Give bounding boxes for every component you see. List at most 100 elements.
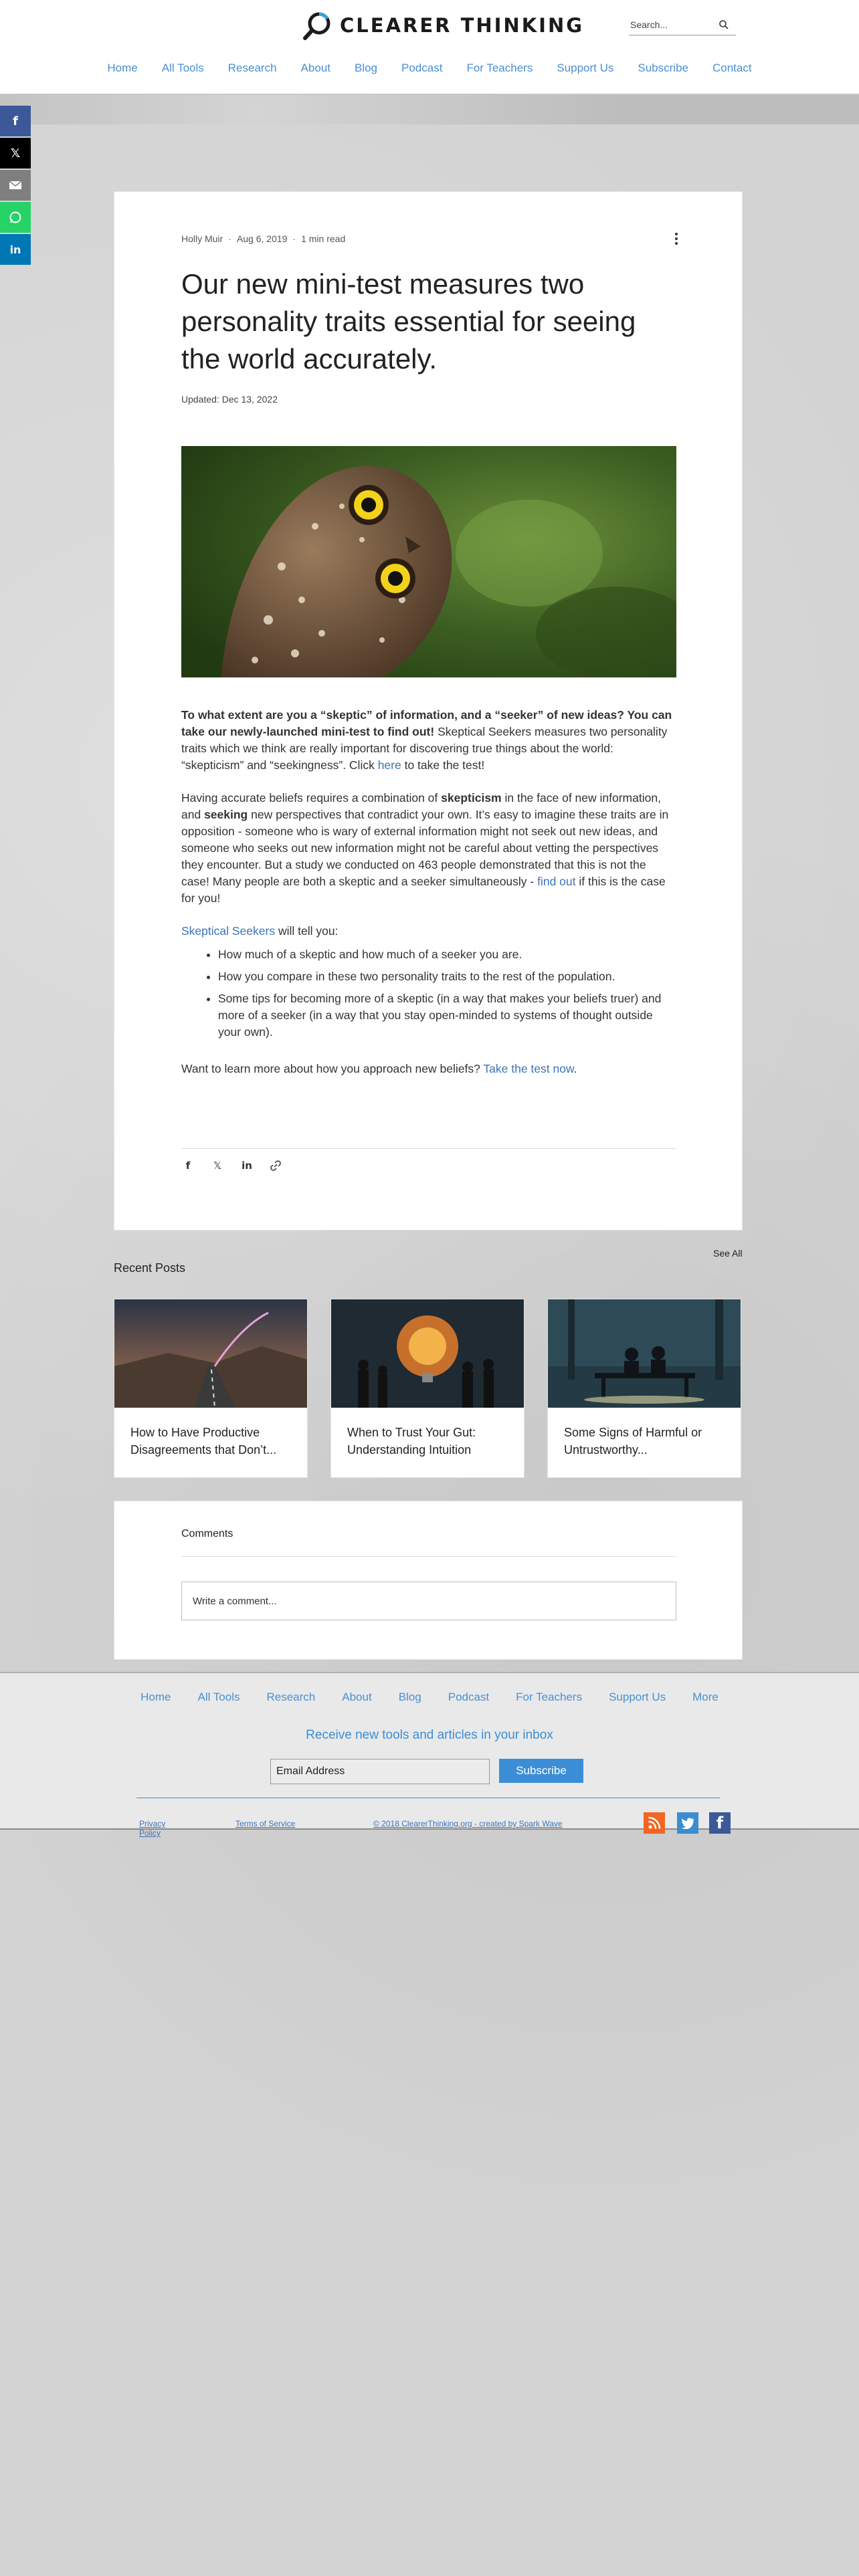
see-all-link[interactable]: See All — [713, 1248, 743, 1259]
footer-twitter-button[interactable] — [677, 1812, 698, 1834]
nav-podcast[interactable]: Podcast — [401, 62, 442, 75]
search-input[interactable] — [629, 19, 719, 31]
recent-post-title[interactable]: Some Signs of Harmful or Untrustworthy..… — [564, 1424, 725, 1459]
share-x-button[interactable]: 𝕏 — [0, 138, 31, 169]
post-date: Aug 6, 2019 — [236, 233, 288, 244]
main-nav: Home All Tools Research About Blog Podca… — [0, 62, 859, 75]
footer-nav-podcast[interactable]: Podcast — [448, 1691, 489, 1704]
list-item: How you compare in these two personality… — [218, 968, 676, 985]
comment-box[interactable] — [181, 1582, 676, 1620]
read-time: 1 min read — [301, 233, 346, 244]
email-field[interactable] — [270, 1759, 490, 1784]
intro-paragraph: To what extent are you a “skeptic” of in… — [181, 707, 676, 774]
search-box[interactable] — [629, 15, 736, 35]
cta-paragraph: Want to learn more about how you approac… — [181, 1061, 676, 1077]
recent-post-card[interactable]: How to Have Productive Disagreements tha… — [114, 1299, 308, 1478]
list-item: Some tips for becoming more of a skeptic… — [218, 990, 676, 1041]
site-header: CLEARER THINKING Home All Tools Research… — [0, 0, 859, 95]
post-card: Holly Muir · Aug 6, 2019 · 1 min read Ou… — [114, 191, 743, 1230]
cta-end: . — [573, 1062, 577, 1075]
terms-of-service-link[interactable]: Terms of Service — [235, 1819, 295, 1828]
site-footer: Home All Tools Research About Blog Podca… — [0, 1672, 859, 1838]
linkedin-share-icon[interactable]: in — [240, 1160, 254, 1172]
facebook-icon: f — [13, 114, 18, 128]
meta-separator: · — [292, 233, 296, 244]
site-logo[interactable]: CLEARER THINKING — [302, 9, 584, 41]
recent-post-title[interactable]: How to Have Productive Disagreements tha… — [130, 1424, 291, 1459]
link-share-icon[interactable] — [270, 1160, 282, 1172]
facebook-share-icon[interactable]: f — [181, 1160, 195, 1172]
footer-nav-for-teachers[interactable]: For Teachers — [516, 1691, 582, 1704]
footer-nav-more[interactable]: More — [692, 1691, 719, 1704]
recent-post-image — [114, 1299, 307, 1408]
header-texture-band — [0, 95, 859, 124]
benefits-list: How much of a skeptic and how much of a … — [181, 946, 676, 1041]
nav-all-tools[interactable]: All Tools — [162, 62, 204, 75]
recent-post-image — [548, 1299, 741, 1408]
take-test-link[interactable]: Take the test now — [483, 1062, 573, 1075]
share-whatsapp-button[interactable] — [0, 202, 31, 233]
footer-nav-research[interactable]: Research — [267, 1691, 316, 1704]
body-text-a: Having accurate beliefs requires a combi… — [181, 791, 442, 804]
post-meta: Holly Muir · Aug 6, 2019 · 1 min read — [181, 233, 345, 244]
recent-post-title[interactable]: When to Trust Your Gut: Understanding In… — [347, 1424, 508, 1459]
footer-nav-blog[interactable]: Blog — [399, 1691, 421, 1704]
nav-blog[interactable]: Blog — [355, 62, 377, 75]
comments-divider — [181, 1556, 676, 1557]
list-item: How much of a skeptic and how much of a … — [218, 946, 676, 963]
share-email-button[interactable] — [0, 170, 31, 201]
footer-rss-button[interactable] — [644, 1812, 665, 1834]
twitter-icon — [681, 1818, 694, 1829]
recent-posts-heading: Recent Posts — [114, 1261, 186, 1275]
footer-facebook-button[interactable]: f — [709, 1812, 731, 1834]
recent-post-card[interactable]: Some Signs of Harmful or Untrustworthy..… — [547, 1299, 741, 1478]
body-paragraph: Having accurate beliefs requires a combi… — [181, 790, 676, 907]
search-icon[interactable] — [719, 19, 729, 30]
author-name[interactable]: Holly Muir — [181, 233, 223, 244]
nav-contact[interactable]: Contact — [712, 62, 752, 75]
find-out-link[interactable]: find out — [537, 875, 575, 888]
footer-nav-all-tools[interactable]: All Tools — [198, 1691, 240, 1704]
privacy-line-1: Privacy — [139, 1819, 166, 1828]
footer-nav-support-us[interactable]: Support Us — [609, 1691, 666, 1704]
post-updated-date: Updated: Dec 13, 2022 — [181, 394, 278, 405]
recent-post-image — [331, 1299, 524, 1408]
nav-about[interactable]: About — [301, 62, 330, 75]
cta-text: Want to learn more about how you approac… — [181, 1062, 484, 1075]
hero-owl-image — [181, 446, 676, 677]
here-link[interactable]: here — [378, 758, 401, 772]
recent-post-card[interactable]: When to Trust Your Gut: Understanding In… — [330, 1299, 524, 1478]
post-share-row: f 𝕏 in — [181, 1148, 676, 1172]
email-icon — [9, 181, 22, 189]
nav-home[interactable]: Home — [107, 62, 137, 75]
skeptical-seekers-link[interactable]: Skeptical Seekers — [181, 924, 275, 938]
whatsapp-icon — [9, 211, 21, 223]
comment-input[interactable] — [182, 1594, 662, 1608]
copyright-link[interactable]: © 2018 ClearerThinking.org - created by … — [373, 1819, 563, 1828]
logo-magnifier-icon — [303, 12, 330, 40]
post-body: To what extent are you a “skeptic” of in… — [181, 707, 676, 1093]
post-title: Our new mini-test measures two personali… — [181, 268, 636, 374]
nav-for-teachers[interactable]: For Teachers — [466, 62, 533, 75]
email-input[interactable] — [271, 1765, 485, 1778]
privacy-line-2: Policy — [139, 1828, 161, 1838]
privacy-policy-link[interactable]: Privacy Policy — [139, 1819, 165, 1838]
share-linkedin-button[interactable]: in — [0, 234, 31, 265]
logo-text: CLEARER THINKING — [340, 14, 585, 37]
nav-support-us[interactable]: Support Us — [557, 62, 613, 75]
footer-nav-home[interactable]: Home — [140, 1691, 171, 1704]
more-actions-icon[interactable] — [670, 231, 683, 247]
footer-nav-about[interactable]: About — [342, 1691, 371, 1704]
nav-subscribe[interactable]: Subscribe — [638, 62, 688, 75]
nav-research[interactable]: Research — [228, 62, 277, 75]
skepticism-bold: skepticism — [441, 791, 502, 804]
tell-you-text: will tell you: — [275, 924, 339, 938]
x-share-icon[interactable]: 𝕏 — [211, 1160, 224, 1172]
subscribe-button[interactable]: Subscribe — [499, 1759, 583, 1783]
comments-section: Comments — [114, 1501, 743, 1660]
share-facebook-button[interactable]: f — [0, 106, 31, 136]
facebook-icon: f — [716, 1814, 724, 1832]
linkedin-icon: in — [9, 243, 21, 256]
footer-nav: Home All Tools Research About Blog Podca… — [0, 1691, 859, 1704]
meta-separator: · — [228, 233, 231, 244]
